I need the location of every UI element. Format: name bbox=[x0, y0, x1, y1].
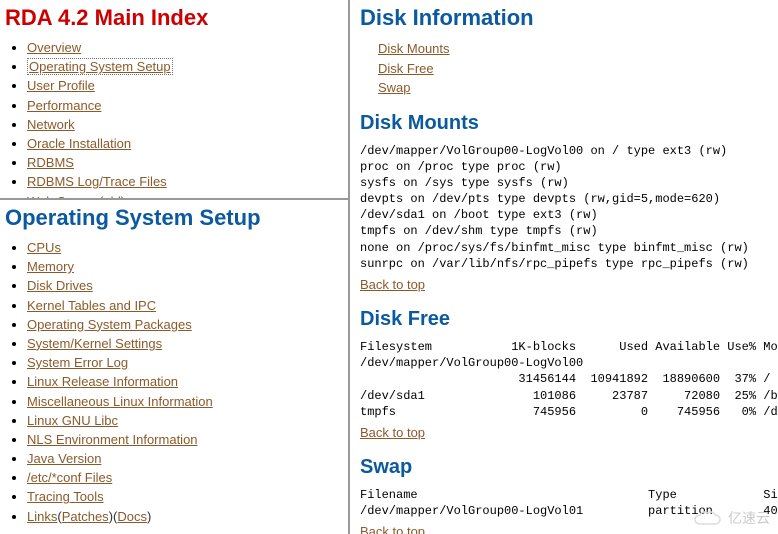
toc-link-disk-free[interactable]: Disk Free bbox=[378, 59, 434, 79]
list-item: Java Version bbox=[27, 450, 338, 468]
nav-link-docs[interactable]: Docs bbox=[117, 509, 147, 524]
swap-heading: Swap bbox=[360, 456, 768, 479]
nav-link[interactable]: Operating System Packages bbox=[27, 317, 192, 332]
list-item: CPUs bbox=[27, 239, 338, 257]
list-item: User Profile bbox=[27, 77, 338, 95]
toc-link-disk-mounts[interactable]: Disk Mounts bbox=[378, 39, 450, 59]
list-item: RDBMS bbox=[27, 154, 338, 172]
disk-mounts-heading: Disk Mounts bbox=[360, 112, 768, 135]
list-item: Kernel Tables and IPC bbox=[27, 297, 338, 315]
nav-link[interactable]: /etc/*conf Files bbox=[27, 470, 112, 485]
nav-link[interactable]: System/Kernel Settings bbox=[27, 336, 162, 351]
os-setup-title: Operating System Setup bbox=[5, 205, 338, 231]
nav-link[interactable]: Memory bbox=[27, 259, 74, 274]
swap-content: Filename Type Size /dev/mapper/VolGroup0… bbox=[360, 487, 768, 519]
disk-free-content: Filesystem 1K-blocks Used Available Use%… bbox=[360, 339, 768, 420]
list-item: Memory bbox=[27, 258, 338, 276]
nav-link[interactable]: RDBMS bbox=[27, 155, 74, 170]
nav-link[interactable]: Overview bbox=[27, 40, 81, 55]
main-index-list: Overview Operating System Setup User Profi… bbox=[5, 39, 338, 200]
nav-link[interactable]: Network bbox=[27, 117, 75, 132]
list-item: Overview bbox=[27, 39, 338, 57]
list-item: NLS Environment Information bbox=[27, 431, 338, 449]
disk-free-heading: Disk Free bbox=[360, 308, 768, 331]
disk-mounts-content: /dev/mapper/VolGroup00-LogVol00 on / typ… bbox=[360, 143, 768, 273]
nav-link[interactable]: Operating System Setup bbox=[27, 58, 173, 75]
main-container: RDA 4.2 Main Index Overview Operating Sys… bbox=[0, 0, 778, 534]
nav-link[interactable]: Performance bbox=[27, 98, 101, 113]
list-item: Disk Drives bbox=[27, 277, 338, 295]
nav-link-links[interactable]: Links bbox=[27, 509, 57, 524]
os-setup-list: CPUs Memory Disk Drives Kernel Tables and I… bbox=[5, 239, 338, 526]
nav-link[interactable]: Oracle Installation bbox=[27, 136, 131, 151]
main-index-title: RDA 4.2 Main Index bbox=[5, 5, 338, 31]
left-pane: RDA 4.2 Main Index Overview Operating Sys… bbox=[0, 0, 350, 534]
nav-link-patches[interactable]: Patches bbox=[62, 509, 109, 524]
nav-link[interactable]: Kernel Tables and IPC bbox=[27, 298, 156, 313]
list-item: Tracing Tools bbox=[27, 488, 338, 506]
list-item: Operating System Packages bbox=[27, 316, 338, 334]
nav-link[interactable]: Linux Release Information bbox=[27, 374, 178, 389]
list-item: Miscellaneous Linux Information bbox=[27, 393, 338, 411]
back-to-top-link[interactable]: Back to top bbox=[360, 425, 425, 440]
nav-link[interactable]: Java Version bbox=[27, 451, 101, 466]
list-item: Web Server (old) bbox=[27, 193, 338, 201]
toc-link-swap[interactable]: Swap bbox=[378, 78, 411, 98]
list-item: Links(Patches)(Docs) bbox=[27, 508, 338, 526]
nav-link[interactable]: System Error Log bbox=[27, 355, 128, 370]
nav-link[interactable]: NLS Environment Information bbox=[27, 432, 198, 447]
disk-info-title: Disk Information bbox=[360, 5, 768, 31]
list-item: Linux GNU Libc bbox=[27, 412, 338, 430]
list-item: RDBMS Log/Trace Files bbox=[27, 173, 338, 191]
list-item: Linux Release Information bbox=[27, 373, 338, 391]
nav-link[interactable]: Disk Drives bbox=[27, 278, 93, 293]
list-item: System Error Log bbox=[27, 354, 338, 372]
nav-link[interactable]: Tracing Tools bbox=[27, 489, 104, 504]
disk-info-toc: Disk Mounts Disk Free Swap bbox=[360, 39, 768, 98]
list-item: Performance bbox=[27, 97, 338, 115]
os-setup-panel: Operating System Setup CPUs Memory Disk Dr… bbox=[0, 200, 348, 534]
nav-link[interactable]: Miscellaneous Linux Information bbox=[27, 394, 213, 409]
nav-link[interactable]: RDBMS Log/Trace Files bbox=[27, 174, 167, 189]
list-item: Oracle Installation bbox=[27, 135, 338, 153]
main-index-panel: RDA 4.2 Main Index Overview Operating Sys… bbox=[0, 0, 348, 200]
list-item: Operating System Setup bbox=[27, 58, 338, 76]
list-item: System/Kernel Settings bbox=[27, 335, 338, 353]
content-pane: Disk Information Disk Mounts Disk Free S… bbox=[350, 0, 778, 534]
back-to-top-link[interactable]: Back to top bbox=[360, 524, 425, 534]
nav-link[interactable]: CPUs bbox=[27, 240, 61, 255]
list-item: /etc/*conf Files bbox=[27, 469, 338, 487]
nav-link[interactable]: User Profile bbox=[27, 78, 95, 93]
back-to-top-link[interactable]: Back to top bbox=[360, 277, 425, 292]
list-item: Network bbox=[27, 116, 338, 134]
nav-link[interactable]: Linux GNU Libc bbox=[27, 413, 118, 428]
